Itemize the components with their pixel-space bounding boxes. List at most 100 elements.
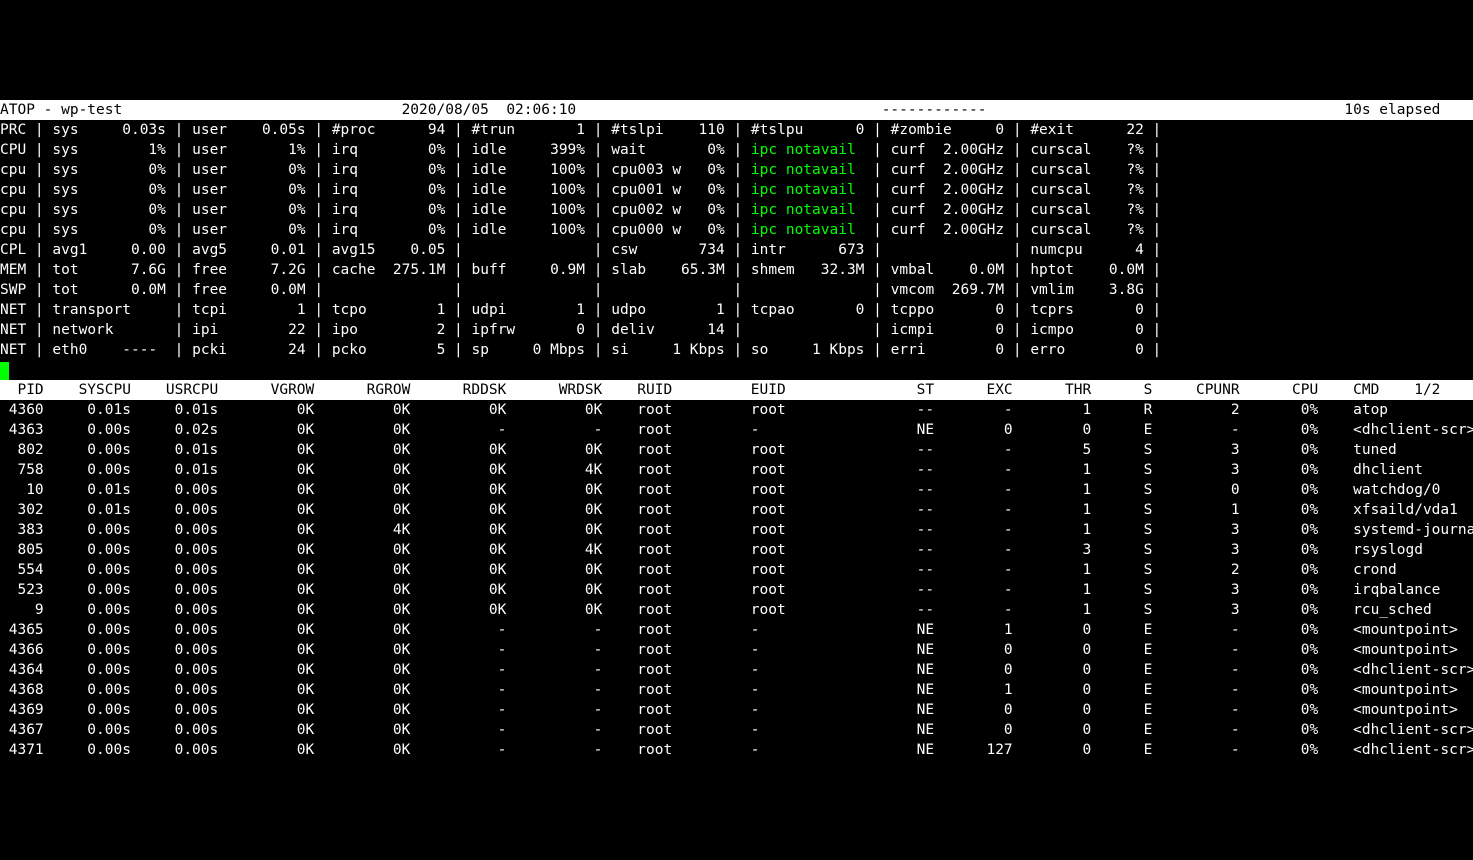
divider: | [445, 142, 471, 158]
sys-category: CPU [0, 142, 26, 158]
divider: | [1004, 222, 1030, 238]
sys-field: #exit 22 [1030, 122, 1144, 138]
sys-field: ipc notavail [751, 162, 865, 178]
divider: | [585, 182, 611, 198]
sys-field: curscal ?% [1030, 142, 1144, 158]
sys-empty [332, 282, 446, 298]
divider: | [1004, 182, 1030, 198]
divider: | [166, 282, 192, 298]
divider: | [26, 202, 52, 218]
sys-field: #trun 1 [472, 122, 586, 138]
divider: | [1004, 262, 1030, 278]
divider: | [725, 302, 751, 318]
process-row[interactable]: 4366 0.00s 0.00s 0K 0K - - root - NE 0 0… [0, 640, 1473, 660]
divider: | [1144, 182, 1161, 198]
process-row[interactable]: 4367 0.00s 0.00s 0K 0K - - root - NE 0 0… [0, 720, 1473, 740]
process-row[interactable]: 802 0.00s 0.01s 0K 0K 0K 0K root root --… [0, 440, 1473, 460]
divider: | [306, 162, 332, 178]
divider: | [445, 262, 471, 278]
process-row[interactable]: 523 0.00s 0.00s 0K 0K 0K 0K root root --… [0, 580, 1473, 600]
divider: | [864, 262, 890, 278]
process-row[interactable]: 10 0.01s 0.00s 0K 0K 0K 0K root root -- … [0, 480, 1473, 500]
divider: | [864, 322, 890, 338]
sys-field: idle 100% [472, 182, 586, 198]
process-row[interactable]: 4365 0.00s 0.00s 0K 0K - - root - NE 1 0… [0, 620, 1473, 640]
sys-empty [611, 282, 725, 298]
divider: | [1004, 122, 1030, 138]
sys-empty [891, 242, 1005, 258]
sys-field: curscal ?% [1030, 202, 1144, 218]
divider: | [1144, 202, 1161, 218]
cursor-icon [0, 362, 9, 380]
sys-field: buff 0.9M [472, 262, 586, 278]
sys-field: user 0% [192, 222, 306, 238]
process-row[interactable]: 383 0.00s 0.00s 0K 4K 0K 0K root root --… [0, 520, 1473, 540]
process-row[interactable]: 758 0.00s 0.01s 0K 0K 0K 4K root root --… [0, 460, 1473, 480]
sys-field: sys 0% [52, 162, 166, 178]
divider: | [1004, 282, 1030, 298]
divider: | [864, 162, 890, 178]
process-row[interactable]: 4360 0.01s 0.01s 0K 0K 0K 0K root root -… [0, 400, 1473, 420]
sys-category: cpu [0, 222, 26, 238]
sys-field: transport [52, 302, 166, 318]
sys-row: cpu | sys 0% | user 0% | irq 0% | idle 1… [0, 220, 1473, 240]
process-row[interactable]: 554 0.00s 0.00s 0K 0K 0K 0K root root --… [0, 560, 1473, 580]
process-row[interactable]: 4371 0.00s 0.00s 0K 0K - - root - NE 127… [0, 740, 1473, 760]
sys-row: NET | transport | tcpi 1 | tcpo 1 | udpi… [0, 300, 1473, 320]
divider: | [306, 342, 332, 358]
divider: | [445, 182, 471, 198]
divider: | [306, 142, 332, 158]
sys-field: user 0% [192, 182, 306, 198]
sys-row: CPU | sys 1% | user 1% | irq 0% | idle 3… [0, 140, 1473, 160]
sys-field: vmlim 3.8G [1030, 282, 1144, 298]
sys-field: avg1 0.00 [52, 242, 166, 258]
atop-terminal[interactable]: ATOP - wp-test 2020/08/05 02:06:10 -----… [0, 100, 1473, 760]
divider: | [585, 222, 611, 238]
divider: | [445, 122, 471, 138]
divider: | [166, 322, 192, 338]
process-row[interactable]: 4369 0.00s 0.00s 0K 0K - - root - NE 0 0… [0, 700, 1473, 720]
divider: | [445, 322, 471, 338]
sys-field: sys 0% [52, 222, 166, 238]
process-row[interactable]: 805 0.00s 0.00s 0K 0K 0K 4K root root --… [0, 540, 1473, 560]
process-row[interactable]: 4363 0.00s 0.02s 0K 0K - - root - NE 0 0… [0, 420, 1473, 440]
sys-field: erro 0 [1030, 342, 1144, 358]
divider: | [26, 242, 52, 258]
divider: | [26, 182, 52, 198]
sys-field: icmpi 0 [891, 322, 1005, 338]
divider: | [26, 162, 52, 178]
sys-empty [472, 242, 586, 258]
process-row[interactable]: 9 0.00s 0.00s 0K 0K 0K 0K root root -- -… [0, 600, 1473, 620]
sys-field: csw 734 [611, 242, 725, 258]
divider: | [166, 242, 192, 258]
sys-field: numcpu 4 [1030, 242, 1144, 258]
divider: | [1144, 322, 1161, 338]
divider: | [445, 242, 471, 258]
process-row[interactable]: 4364 0.00s 0.00s 0K 0K - - root - NE 0 0… [0, 660, 1473, 680]
divider: | [585, 202, 611, 218]
divider: | [864, 242, 890, 258]
sys-category: PRC [0, 122, 26, 138]
process-row[interactable]: 4368 0.00s 0.00s 0K 0K - - root - NE 1 0… [0, 680, 1473, 700]
sys-field: so 1 Kbps [751, 342, 865, 358]
sys-field: network [52, 322, 166, 338]
divider: | [306, 222, 332, 238]
divider: | [1004, 202, 1030, 218]
sys-row: cpu | sys 0% | user 0% | irq 0% | idle 1… [0, 200, 1473, 220]
sys-field: idle 399% [472, 142, 586, 158]
sys-field: irq 0% [332, 182, 446, 198]
divider: | [1144, 242, 1161, 258]
sys-field: user 0.05s [192, 122, 306, 138]
sys-field: irq 0% [332, 162, 446, 178]
sys-row: NET | network | ipi 22 | ipo 2 | ipfrw 0… [0, 320, 1473, 340]
sys-field: #tslpi 110 [611, 122, 725, 138]
divider: | [725, 322, 751, 338]
sys-field: sys 0% [52, 202, 166, 218]
divider: | [306, 282, 332, 298]
divider: | [585, 122, 611, 138]
process-row[interactable]: 302 0.01s 0.00s 0K 0K 0K 0K root root --… [0, 500, 1473, 520]
process-header: PID SYSCPU USRCPU VGROW RGROW RDDSK WRDS… [0, 380, 1473, 400]
sys-field: vmcom 269.7M [891, 282, 1005, 298]
divider: | [306, 322, 332, 338]
divider: | [445, 202, 471, 218]
